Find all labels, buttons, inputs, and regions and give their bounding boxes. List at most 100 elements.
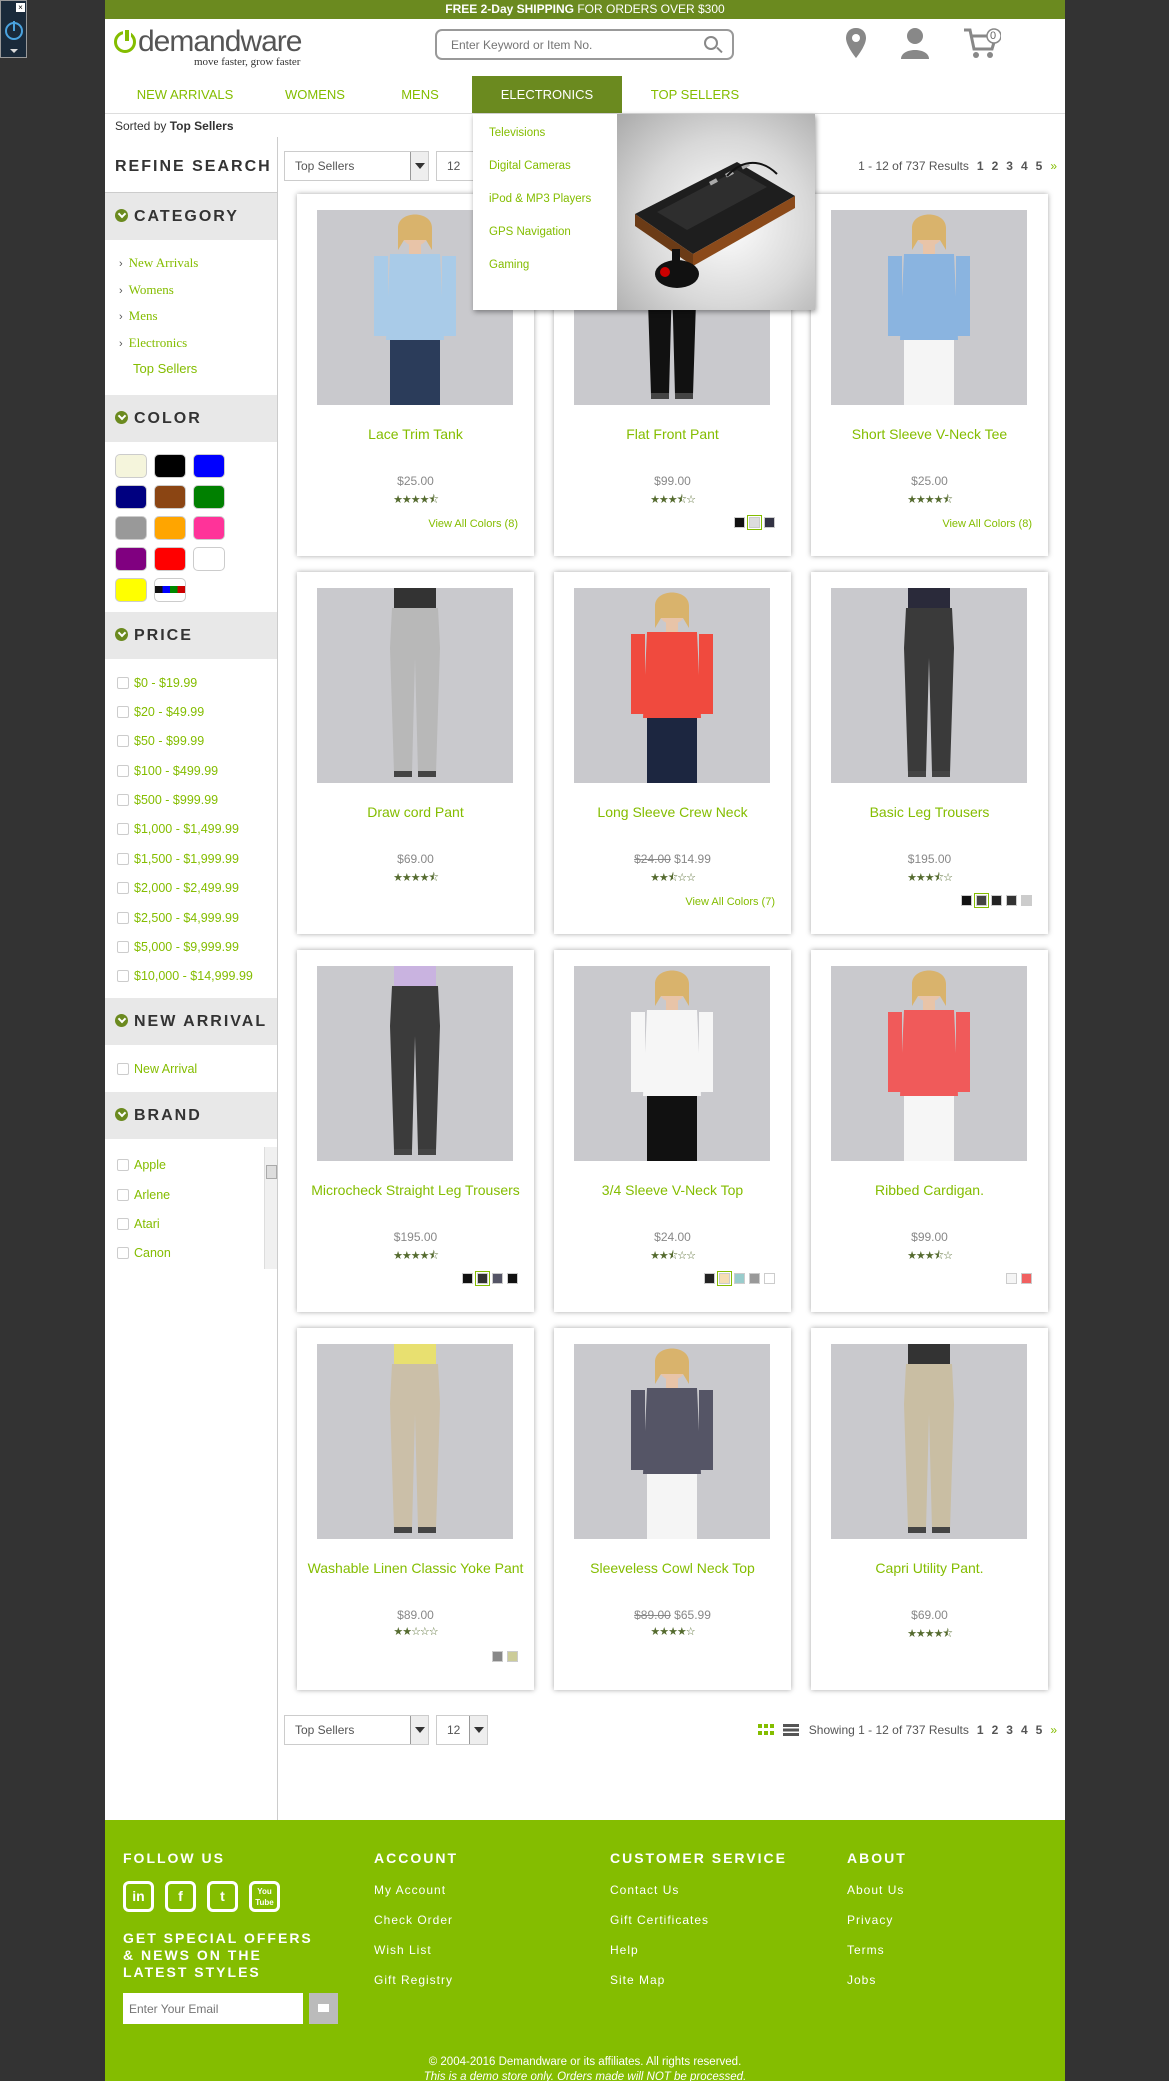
product-swatch[interactable] (507, 1273, 518, 1284)
nav-new-arrivals[interactable]: NEW ARRIVALS (120, 76, 250, 113)
checkbox[interactable] (117, 794, 129, 807)
logo[interactable]: demandware move faster, grow faster (114, 25, 302, 68)
facebook-icon[interactable]: f (165, 1881, 196, 1912)
category-top-sellers[interactable]: Top Sellers (119, 356, 277, 383)
power-widget[interactable]: × (0, 0, 27, 58)
nav-electronics[interactable]: ELECTRONICS (472, 76, 622, 113)
new-arrival-option[interactable]: New Arrival (117, 1055, 277, 1084)
product-swatch[interactable] (991, 895, 1002, 906)
product-name[interactable]: Basic Leg Trousers (821, 803, 1038, 821)
price-option[interactable]: $1,000 - $1,499.99 (117, 815, 277, 844)
sort-select[interactable]: Top Sellers (284, 151, 429, 181)
page-4[interactable]: 4 (1021, 1723, 1028, 1737)
view-all-colors-link[interactable]: View All Colors (8) (428, 518, 518, 530)
dropdown-televisions[interactable]: Televisions (489, 127, 545, 139)
product-name[interactable]: Ribbed Cardigan. (821, 1181, 1038, 1199)
page-3[interactable]: 3 (1006, 1723, 1013, 1737)
brand-option[interactable]: Arlene (117, 1181, 277, 1210)
product-tile[interactable]: Long Sleeve Crew Neck $24.00 $14.99 ★★⯪☆☆ V… (554, 572, 791, 934)
brand-header[interactable]: BRAND (105, 1092, 277, 1140)
color-swatch[interactable] (115, 546, 147, 571)
product-image[interactable] (831, 966, 1027, 1161)
nav-top-sellers[interactable]: TOP SELLERS (640, 76, 750, 113)
product-image[interactable] (574, 588, 770, 783)
product-swatch[interactable] (734, 517, 745, 528)
product-tile[interactable]: 3/4 Sleeve V-Neck Top $24.00 ★★⯪☆☆ (554, 950, 791, 1312)
color-swatch[interactable] (154, 484, 186, 509)
checkbox[interactable] (117, 823, 129, 836)
product-swatch[interactable] (764, 1273, 775, 1284)
product-swatch[interactable] (1021, 895, 1032, 906)
nav-womens[interactable]: WOMENS (275, 76, 355, 113)
product-swatch[interactable] (475, 1271, 490, 1286)
product-name[interactable]: Long Sleeve Crew Neck (564, 803, 781, 821)
product-name[interactable]: Short Sleeve V-Neck Tee (821, 425, 1038, 443)
search-icon[interactable] (704, 36, 718, 50)
product-name[interactable]: Lace Trim Tank (307, 425, 524, 443)
color-swatch[interactable] (154, 453, 186, 478)
search-input[interactable] (437, 31, 687, 58)
product-swatch[interactable] (492, 1273, 503, 1284)
product-swatch[interactable] (749, 1273, 760, 1284)
close-icon[interactable]: × (16, 3, 25, 12)
product-swatch[interactable] (974, 893, 989, 908)
checkbox[interactable] (117, 1159, 129, 1172)
product-swatch[interactable] (1021, 1273, 1032, 1284)
color-swatch[interactable] (193, 453, 225, 478)
category-womens[interactable]: › Womens (119, 277, 277, 304)
twitter-icon[interactable]: t (207, 1881, 238, 1912)
price-option[interactable]: $500 - $999.99 (117, 786, 277, 815)
checkbox[interactable] (117, 676, 129, 689)
product-swatch[interactable] (747, 515, 762, 530)
price-option[interactable]: $50 - $99.99 (117, 727, 277, 756)
product-name[interactable]: Capri Utility Pant. (821, 1559, 1038, 1577)
brand-option[interactable]: Canon (117, 1239, 277, 1268)
product-swatch[interactable] (462, 1273, 473, 1284)
new-arrival-header[interactable]: NEW ARRIVAL (105, 997, 277, 1045)
store-locator-icon[interactable] (845, 27, 867, 59)
checkbox[interactable] (117, 911, 129, 924)
dropdown-digital-cameras[interactable]: Digital Cameras (489, 160, 571, 172)
footer-link[interactable]: Gift Registry (374, 1971, 458, 2001)
footer-link[interactable]: Terms (847, 1941, 907, 1971)
product-swatch[interactable] (1006, 1273, 1017, 1284)
brand-scrollbar[interactable] (264, 1147, 277, 1270)
category-electronics[interactable]: › Electronics (119, 330, 277, 357)
footer-link[interactable]: Check Order (374, 1911, 458, 1941)
product-name[interactable]: Flat Front Pant (564, 425, 781, 443)
product-tile[interactable]: Washable Linen Classic Yoke Pant $89.00 ★★… (297, 1328, 534, 1690)
page-5[interactable]: 5 (1036, 1723, 1043, 1737)
footer-link[interactable]: Privacy (847, 1911, 907, 1941)
checkbox[interactable] (117, 852, 129, 865)
product-tile[interactable]: Draw cord Pant $69.00 ★★★★⯪ (297, 572, 534, 934)
product-image[interactable] (317, 588, 513, 783)
checkbox[interactable] (117, 764, 129, 777)
next-page[interactable]: » (1050, 1723, 1057, 1737)
linkedin-icon[interactable]: in (123, 1881, 154, 1912)
page-size-select-bottom[interactable]: 12 (436, 1715, 488, 1745)
dropdown-promo-image[interactable] (617, 114, 815, 310)
color-swatch[interactable] (193, 546, 225, 571)
page-5[interactable]: 5 (1036, 159, 1043, 173)
color-header[interactable]: COLOR (105, 394, 277, 442)
color-swatch[interactable] (115, 484, 147, 509)
page-1[interactable]: 1 (977, 1723, 984, 1737)
product-tile[interactable]: Ribbed Cardigan. $99.00 ★★★⯪☆ (811, 950, 1048, 1312)
footer-link[interactable]: Site Map (610, 1971, 787, 2001)
product-swatch[interactable] (961, 895, 972, 906)
product-swatch[interactable] (717, 1271, 732, 1286)
checkbox[interactable] (117, 882, 129, 895)
color-swatch[interactable] (154, 515, 186, 540)
account-icon[interactable] (900, 27, 930, 59)
product-tile[interactable]: Basic Leg Trousers $195.00 ★★★⯪☆ (811, 572, 1048, 934)
footer-link[interactable]: Jobs (847, 1971, 907, 2001)
price-option[interactable]: $1,500 - $1,999.99 (117, 845, 277, 874)
category-mens[interactable]: › Mens (119, 303, 277, 330)
price-header[interactable]: PRICE (105, 611, 277, 659)
product-image[interactable] (831, 210, 1027, 405)
checkbox[interactable] (117, 705, 129, 718)
product-tile[interactable]: Microcheck Straight Leg Trousers $195.00 ★… (297, 950, 534, 1312)
footer-link[interactable]: Wish List (374, 1941, 458, 1971)
price-option[interactable]: $100 - $499.99 (117, 757, 277, 786)
product-image[interactable] (574, 966, 770, 1161)
